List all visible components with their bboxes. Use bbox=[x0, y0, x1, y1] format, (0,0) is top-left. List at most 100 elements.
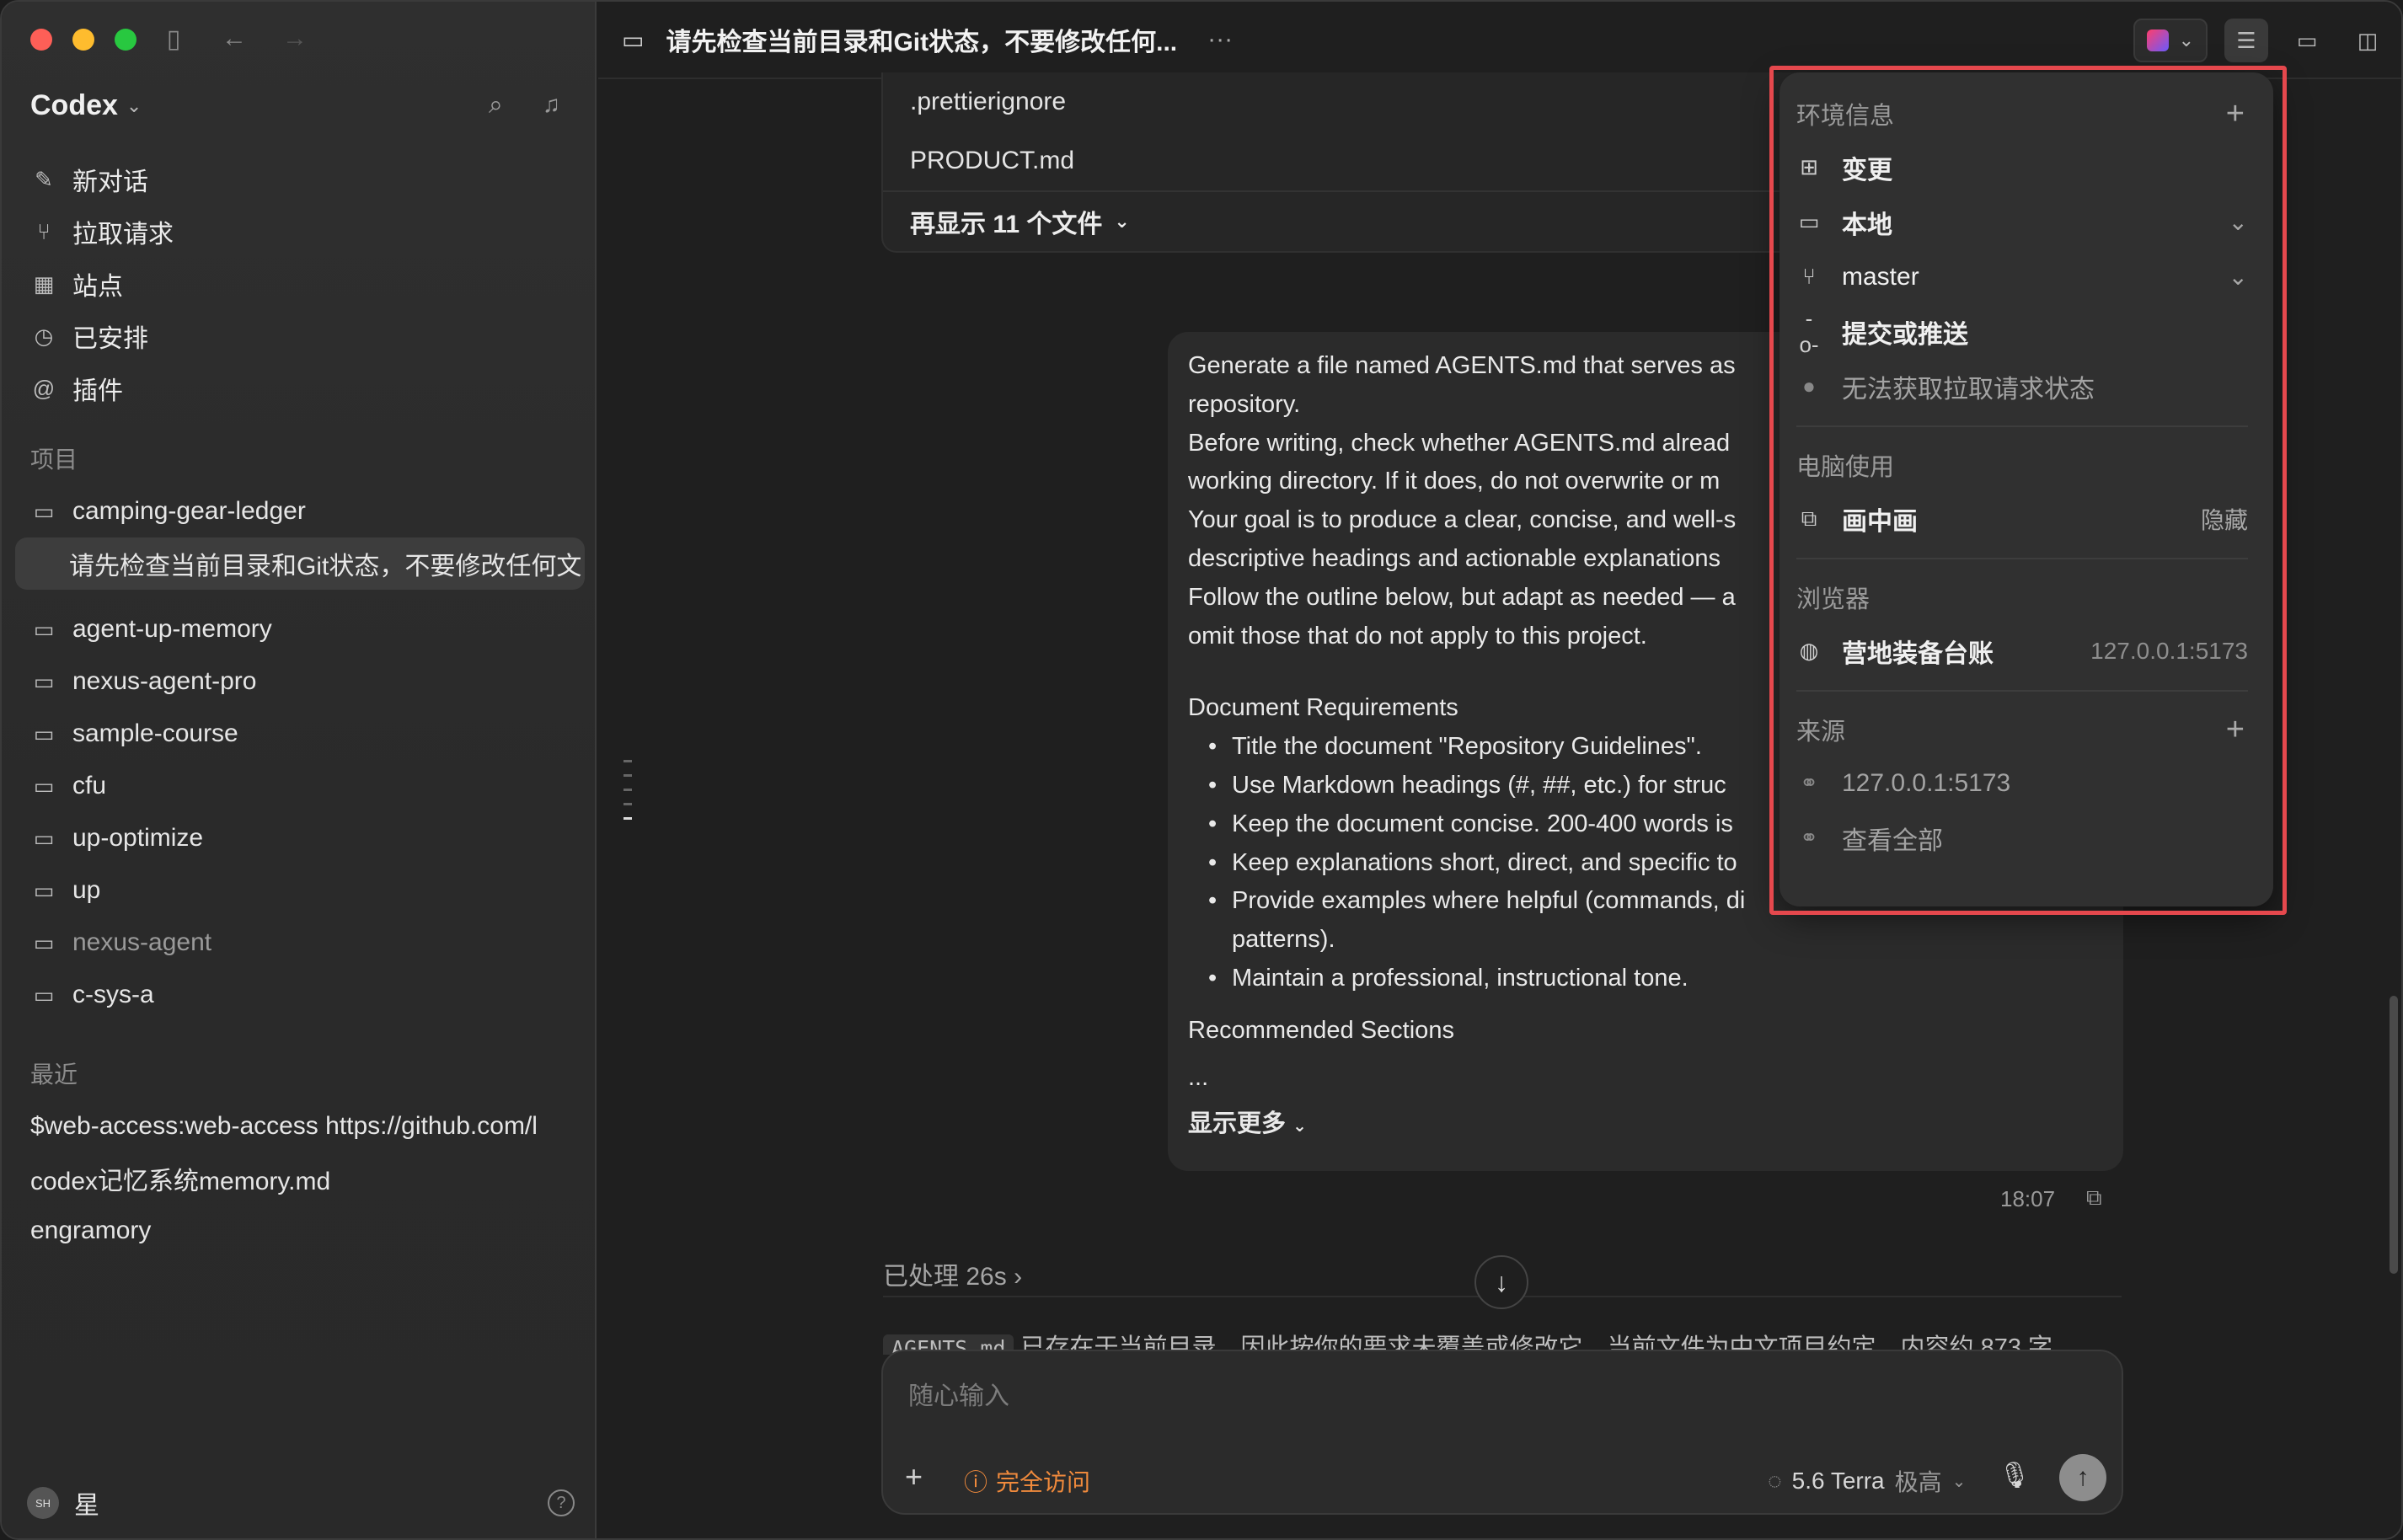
app-switcher[interactable]: Codex ⌄ bbox=[30, 89, 142, 122]
file-item[interactable]: PRODUCT.md bbox=[883, 131, 1876, 190]
scroll-progress-indicator[interactable] bbox=[623, 760, 632, 831]
nav-new-chat[interactable]: ✎ 新对话 bbox=[27, 153, 583, 206]
file-item[interactable]: .prettierignore bbox=[883, 72, 1876, 131]
folder-icon: ▭ bbox=[622, 26, 645, 53]
sidebar-nav: ✎ 新对话 ⑂ 拉取请求 ▦ 站点 ◷ 已安排 @ 插件 bbox=[27, 153, 583, 414]
project-item[interactable]: ▭ sample-course bbox=[15, 708, 585, 760]
add-attachment-icon[interactable]: + bbox=[905, 1459, 923, 1495]
folder-icon: ▭ bbox=[33, 981, 55, 1008]
reasoning-effort: 极高 bbox=[1894, 1469, 1942, 1495]
requirement-item-cont: patterns). bbox=[1232, 926, 1335, 954]
nav-label: 插件 bbox=[72, 377, 123, 405]
folder-icon: ▭ bbox=[33, 668, 55, 694]
project-item[interactable]: ▭ nexus-agent-pro bbox=[15, 655, 585, 708]
model-selector[interactable]: ◌ 5.6 Terra 极高 ⌄ bbox=[1768, 1464, 1966, 1498]
thread-title[interactable]: 请先检查当前目录和Git状态，不要修改任何... bbox=[666, 21, 1177, 58]
warning-icon: ⓘ bbox=[964, 1469, 988, 1495]
minimize-window-button[interactable] bbox=[72, 29, 94, 51]
nav-label: 站点 bbox=[72, 273, 123, 301]
recent-item[interactable]: $web-access:web-access https://github.co… bbox=[15, 1100, 585, 1152]
user-footer: SH 星 ? bbox=[27, 1484, 575, 1521]
project-thread-active[interactable]: 请先检查当前目录和Git状态，不要修改任何文 bbox=[15, 537, 585, 590]
project-item[interactable]: ▭ up bbox=[15, 864, 585, 917]
processed-label: 已处理 26s bbox=[883, 1263, 1007, 1291]
window-controls bbox=[30, 29, 136, 51]
project-label: camping-gear-ledger bbox=[72, 497, 306, 525]
forward-arrow-icon[interactable]: → bbox=[280, 24, 310, 54]
project-item[interactable]: ▭ nexus-agent bbox=[15, 917, 585, 969]
folder-icon: ▭ bbox=[33, 825, 55, 851]
recent-list: $web-access:web-access https://github.co… bbox=[15, 1100, 585, 1257]
project-item[interactable]: ▭ c-sys-a bbox=[15, 969, 585, 1021]
right-sidebar-toggle-icon[interactable]: ◫ bbox=[2346, 19, 2390, 62]
show-more-files-label: 再显示 11 个文件 bbox=[910, 211, 1103, 238]
chevron-right-icon: › bbox=[1014, 1263, 1023, 1291]
project-item[interactable]: ▭ camping-gear-ledger bbox=[15, 485, 585, 537]
project-label: nexus-agent-pro bbox=[72, 667, 257, 695]
plugin-icon: @ bbox=[32, 375, 56, 401]
chevron-down-icon: ⌄ bbox=[1292, 1117, 1307, 1136]
thread-label: 请先检查当前目录和Git状态，不要修改任何文 bbox=[69, 553, 582, 580]
project-item[interactable]: ▭ agent-up-memory bbox=[15, 603, 585, 655]
message-input[interactable]: 随心输入 bbox=[908, 1375, 1009, 1412]
folder-icon: ▭ bbox=[33, 720, 55, 746]
folder-icon: ▭ bbox=[33, 616, 55, 642]
more-options-icon[interactable]: ··· bbox=[1207, 25, 1233, 54]
sidebar-toolbar: ▯ ← → bbox=[158, 24, 310, 54]
back-arrow-icon[interactable]: ← bbox=[219, 24, 249, 54]
sections-heading: Recommended Sections bbox=[1188, 1016, 1454, 1044]
scrollbar[interactable] bbox=[2390, 996, 2398, 1274]
nav-plugins[interactable]: @ 插件 bbox=[27, 362, 583, 414]
environment-panel-toggle-icon[interactable]: ☰ bbox=[2224, 19, 2268, 62]
recent-item[interactable]: engramory bbox=[15, 1205, 585, 1257]
microphone-icon[interactable]: 🎙 bbox=[1999, 1461, 2031, 1490]
terminal-panel-icon[interactable]: ▭ bbox=[2285, 19, 2329, 62]
nav-pull-requests[interactable]: ⑂ 拉取请求 bbox=[27, 206, 583, 258]
app-title: Codex bbox=[30, 89, 118, 121]
highlight-box bbox=[1769, 66, 2287, 915]
project-label: nexus-agent bbox=[72, 928, 212, 956]
help-icon[interactable]: ? bbox=[548, 1489, 575, 1516]
folder-icon: ▭ bbox=[33, 498, 55, 524]
zoom-window-button[interactable] bbox=[115, 29, 136, 51]
requirement-item: Maintain a professional, instructional t… bbox=[1188, 960, 2103, 998]
folder-icon: ▭ bbox=[33, 929, 55, 955]
open-in-ide-button[interactable]: ⌄ bbox=[2133, 19, 2208, 62]
recent-label: 最近 bbox=[30, 1061, 78, 1088]
show-more-files-button[interactable]: 再显示 11 个文件 ⌄ bbox=[883, 190, 1876, 251]
show-more-button[interactable]: 显示更多 ⌄ bbox=[1188, 1105, 2103, 1147]
model-name: 5.6 Terra bbox=[1791, 1468, 1885, 1494]
chevron-down-icon: ⌄ bbox=[126, 94, 142, 116]
topbar-actions: ⌄ ☰ ▭ ◫ bbox=[2133, 19, 2390, 62]
show-more-label: 显示更多 bbox=[1188, 1110, 1287, 1138]
avatar[interactable]: SH bbox=[27, 1487, 59, 1519]
copy-icon[interactable]: ⧉ bbox=[2086, 1184, 2102, 1211]
processed-toggle[interactable]: 已处理 26s › bbox=[883, 1255, 1022, 1292]
message-time: 18:07 bbox=[2000, 1186, 2056, 1211]
project-label: sample-course bbox=[72, 719, 238, 747]
bell-icon[interactable]: ♫ bbox=[543, 91, 560, 118]
project-label: up-optimize bbox=[72, 824, 204, 852]
projects-label: 项目 bbox=[30, 446, 78, 473]
nav-sites[interactable]: ▦ 站点 bbox=[27, 258, 583, 310]
chevron-down-icon: ⌄ bbox=[1114, 211, 1130, 232]
nav-label: 已安排 bbox=[72, 325, 148, 353]
search-icon[interactable]: ⌕ bbox=[489, 91, 503, 120]
file-list-card: .prettierignore PRODUCT.md 再显示 11 个文件 ⌄ bbox=[881, 72, 1877, 253]
access-label: 完全访问 bbox=[996, 1469, 1091, 1495]
loading-spinner-icon: ◌ bbox=[1768, 1468, 1782, 1494]
pull-request-icon: ⑂ bbox=[37, 218, 51, 244]
nav-label: 新对话 bbox=[72, 168, 148, 196]
send-button[interactable]: ↑ bbox=[2059, 1454, 2106, 1501]
ide-icon bbox=[2146, 29, 2169, 51]
access-mode-button[interactable]: ⓘ 完全访问 bbox=[964, 1464, 1090, 1498]
sidebar: ▯ ← → Codex ⌄ ⌕ ♫ ✎ 新对话 ⑂ 拉取请求 ▦ 站点 ◷ 已安… bbox=[2, 2, 597, 1538]
sidebar-toggle-icon[interactable]: ▯ bbox=[158, 24, 189, 54]
close-window-button[interactable] bbox=[30, 29, 52, 51]
scroll-to-bottom-icon[interactable]: ↓ bbox=[1474, 1255, 1528, 1309]
user-name[interactable]: 星 bbox=[74, 1484, 99, 1521]
nav-scheduled[interactable]: ◷ 已安排 bbox=[27, 310, 583, 362]
project-item[interactable]: ▭ up-optimize bbox=[15, 812, 585, 864]
project-item[interactable]: ▭ cfu bbox=[15, 760, 585, 812]
recent-item[interactable]: codex记忆系统memory.md bbox=[15, 1152, 585, 1205]
